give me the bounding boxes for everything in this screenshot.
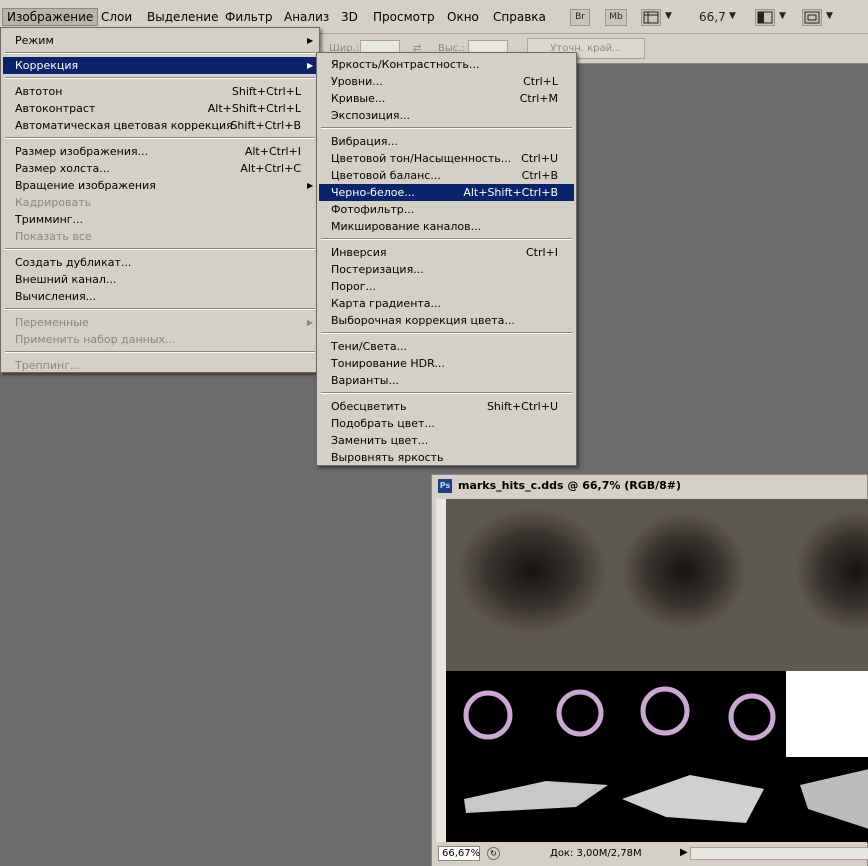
menu-view[interactable]: Просмотр [369, 8, 439, 26]
menu-item-color-balance[interactable]: Цветовой баланс... Ctrl+B [319, 167, 574, 184]
submenu-arrow-icon: ▶ [307, 36, 314, 45]
menu-item-desaturate[interactable]: Обесцветить Shift+Ctrl+U [319, 398, 574, 415]
menu-item-adjustments[interactable]: Коррекция ▶ [3, 57, 317, 74]
menu-item-curves[interactable]: Кривые... Ctrl+M [319, 90, 574, 107]
menu-item-apply-image[interactable]: Внешний канал... [3, 271, 317, 288]
menu-item-threshold[interactable]: Порог... [319, 278, 574, 295]
divider [321, 127, 572, 129]
image-menu: Режим ▶ Коррекция ▶ Автотон Shift+Ctrl+L Ав… [0, 27, 320, 373]
menu-item-apply-data-set: Применить набор данных... [15, 333, 176, 346]
menu-item-brightness-contrast[interactable]: Яркость/Контрастность... [319, 56, 574, 73]
menu-filter[interactable]: Фильтр [221, 8, 276, 26]
submenu-arrow-icon: ▶ [307, 318, 314, 327]
divider [5, 351, 315, 353]
menu-item-photo-filter[interactable]: Фотофильтр... [319, 201, 574, 218]
zoom-field[interactable]: 66,67% [438, 846, 480, 861]
divider [5, 77, 315, 79]
view-extras-dropdown-icon[interactable]: ▼ [665, 11, 672, 21]
zoom-level[interactable]: 66,7 [699, 10, 726, 24]
menu-item-mode[interactable]: Режим ▶ [3, 32, 317, 49]
menu-item-channel-mixer[interactable]: Микширование каналов... [319, 218, 574, 235]
screen-mode-dropdown-icon[interactable]: ▼ [826, 11, 833, 21]
grid-icon [643, 11, 659, 24]
menu-item-trap: Треппинг... [15, 359, 81, 372]
divider [5, 52, 315, 54]
menu-item-hue-saturation[interactable]: Цветовой тон/Насыщенность... Ctrl+U [319, 150, 574, 167]
submenu-arrow-icon: ▶ [307, 61, 314, 70]
menu-item-variations[interactable]: Варианты... [319, 372, 574, 389]
photoshop-icon: Ps [438, 479, 452, 493]
menu-item-image-size[interactable]: Размер изображения... Alt+Ctrl+I [3, 143, 317, 160]
bridge-button[interactable]: Br [570, 9, 590, 26]
arrange-dropdown-icon[interactable]: ▼ [779, 11, 786, 21]
menu-item-shadows-highlights[interactable]: Тени/Света... [319, 338, 574, 355]
menu-item-levels[interactable]: Уровни... Ctrl+L [319, 73, 574, 90]
divider [321, 392, 572, 394]
menu-3d[interactable]: 3D [337, 8, 362, 26]
menu-item-duplicate[interactable]: Создать дубликат... [3, 254, 317, 271]
document-size-info: Док: 3,00M/2,78M [550, 848, 642, 859]
arrange-icon [757, 11, 773, 24]
status-info-icon[interactable]: ↻ [487, 847, 500, 860]
document-title: marks_hits_c.dds @ 66,7% (RGB/8#) [458, 479, 682, 492]
menu-item-reveal-all: Показать все [15, 230, 92, 243]
zoom-dropdown-icon[interactable]: ▼ [729, 11, 736, 21]
menu-item-invert[interactable]: Инверсия Ctrl+I [319, 244, 574, 261]
menu-item-calculations[interactable]: Вычисления... [3, 288, 317, 305]
menu-item-selective-color[interactable]: Выборочная коррекция цвета... [319, 312, 574, 329]
divider [321, 238, 572, 240]
menu-item-posterize[interactable]: Постеризация... [319, 261, 574, 278]
menu-item-auto-color[interactable]: Автоматическая цветовая коррекция Shift+C… [3, 117, 317, 134]
menu-item-vibrance[interactable]: Вибрация... [319, 133, 574, 150]
minibridge-button[interactable]: Mb [605, 9, 627, 26]
menu-item-auto-contrast[interactable]: Автоконтраст Alt+Shift+Ctrl+L [3, 100, 317, 117]
view-extras-button[interactable] [641, 9, 661, 26]
screen-mode-icon [804, 11, 820, 24]
menu-item-variables: Переменные ▶ [15, 316, 314, 329]
menu-help[interactable]: Справка [489, 8, 550, 26]
arrange-documents-button[interactable] [755, 9, 775, 26]
screen-mode-button[interactable] [802, 9, 822, 26]
menu-image[interactable]: Изображение [2, 8, 99, 26]
status-bar: 66,67% ↻ Док: 3,00M/2,78M ▶ [432, 842, 868, 866]
document-title-bar[interactable]: Ps marks_hits_c.dds @ 66,7% (RGB/8#) [432, 475, 867, 497]
divider [5, 248, 315, 250]
menu-item-trim[interactable]: Тримминг... [3, 211, 317, 228]
menu-item-replace-color[interactable]: Заменить цвет... [319, 432, 574, 449]
submenu-arrow-icon: ▶ [307, 181, 314, 190]
texture-image [446, 499, 868, 843]
menu-item-hdr-toning[interactable]: Тонирование HDR... [319, 355, 574, 372]
divider [321, 332, 572, 334]
menu-item-crop: Кадрировать [15, 196, 92, 209]
document-ruler [436, 499, 446, 843]
status-menu-arrow-icon[interactable]: ▶ [680, 847, 688, 858]
divider [5, 308, 315, 310]
menu-item-gradient-map[interactable]: Карта градиента... [319, 295, 574, 312]
document-canvas[interactable] [446, 499, 868, 843]
menu-layers[interactable]: Слои [97, 8, 136, 26]
menu-select[interactable]: Выделение [143, 8, 222, 26]
document-window: Ps marks_hits_c.dds @ 66,7% (RGB/8#) 66,… [431, 474, 868, 866]
menu-item-canvas-size[interactable]: Размер холста... Alt+Ctrl+C [3, 160, 317, 177]
divider [5, 137, 315, 139]
menu-window[interactable]: Окно [443, 8, 483, 26]
menu-item-match-color[interactable]: Подобрать цвет... [319, 415, 574, 432]
adjustments-submenu: Яркость/Контрастность... Уровни... Ctrl+L… [316, 52, 577, 466]
menu-analysis[interactable]: Анализ [280, 8, 333, 26]
menu-item-exposure[interactable]: Экспозиция... [319, 107, 574, 124]
menu-item-auto-tone[interactable]: Автотон Shift+Ctrl+L [3, 83, 317, 100]
menu-item-equalize[interactable]: Выровнять яркость [319, 449, 574, 466]
menu-item-image-rotation[interactable]: Вращение изображения ▶ [3, 177, 317, 194]
horizontal-scrollbar[interactable] [690, 847, 868, 860]
menu-item-black-white[interactable]: Черно-белое... Alt+Shift+Ctrl+B [319, 184, 574, 201]
